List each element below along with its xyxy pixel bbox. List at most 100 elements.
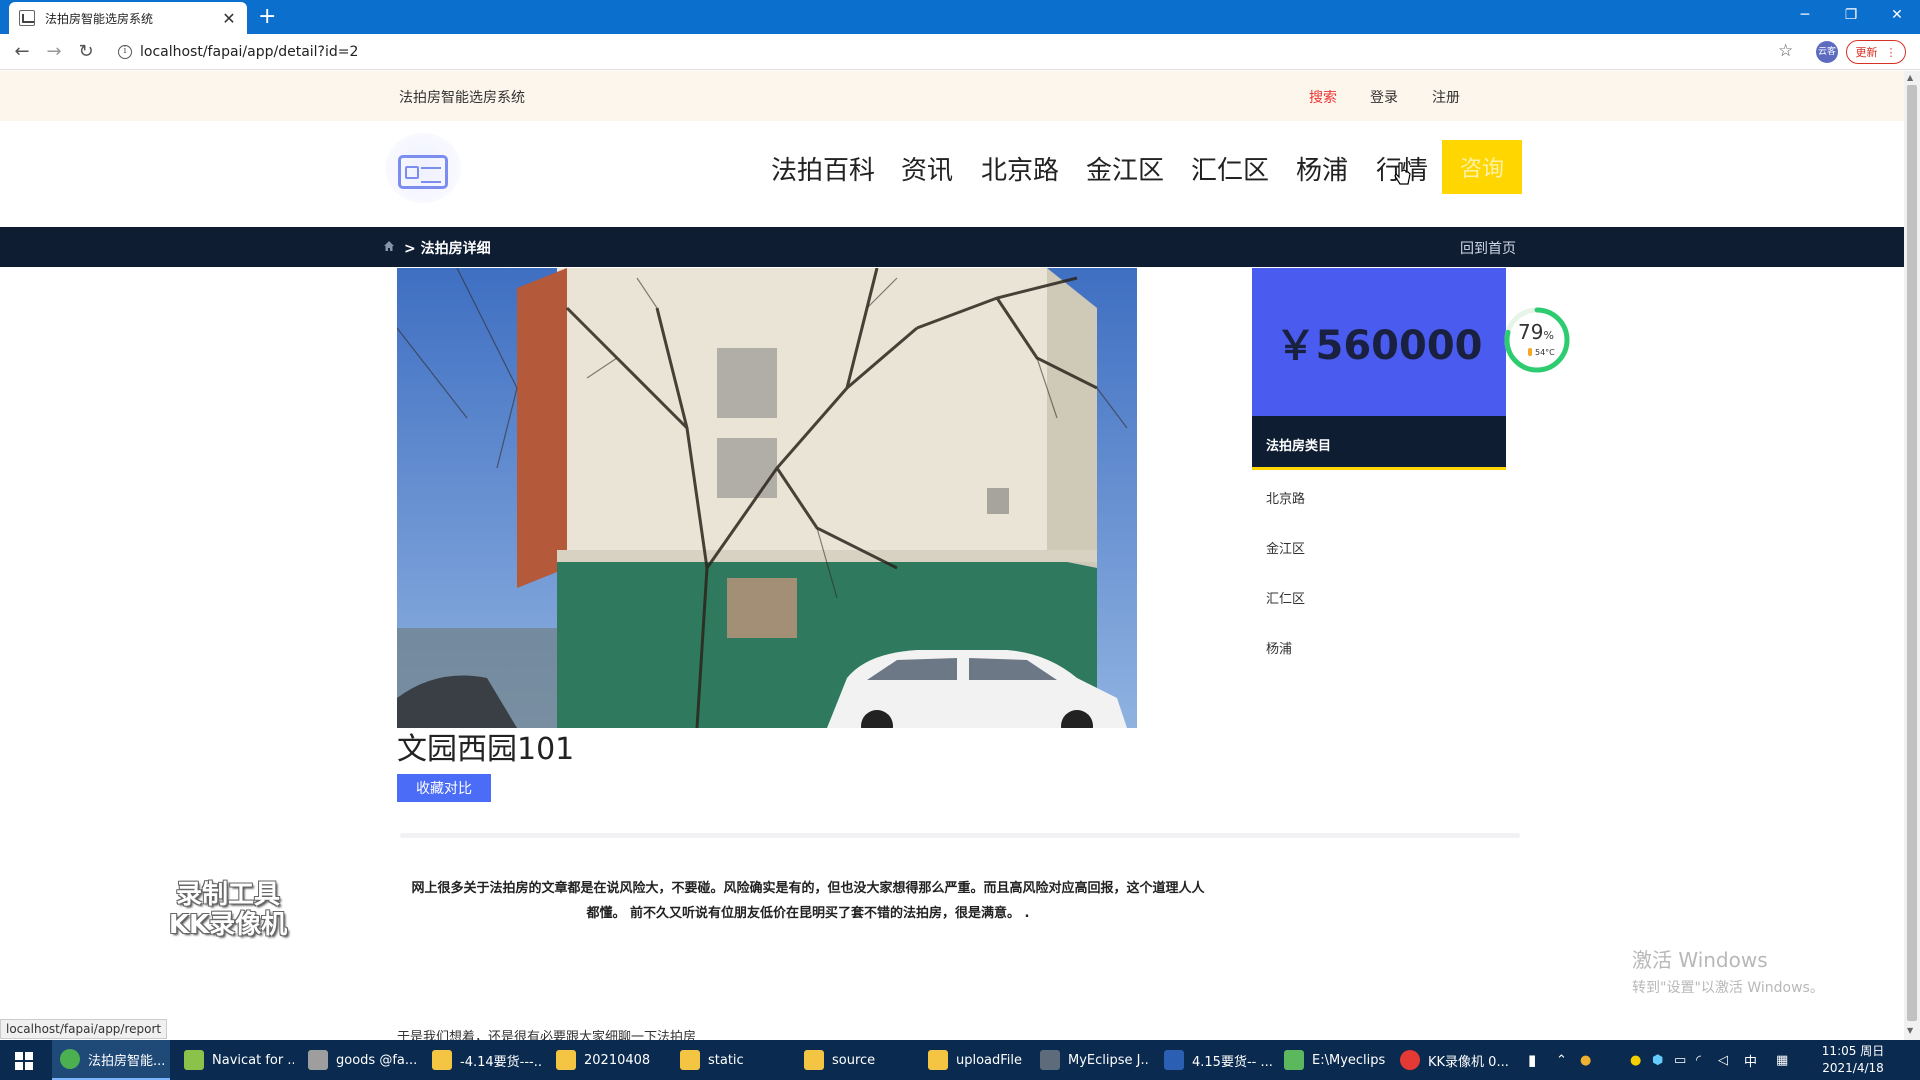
category-heading: 法拍房类目: [1252, 416, 1506, 470]
nav-item-yangpu[interactable]: 杨浦: [1296, 150, 1348, 187]
update-label: 更新: [1855, 46, 1878, 59]
restore-icon[interactable]: ❐: [1828, 0, 1874, 30]
kk-icon: [1400, 1050, 1420, 1070]
taskbar-item[interactable]: E:\Myeclips...: [1276, 1040, 1386, 1080]
taskbar-item[interactable]: 4.15要货-- ...: [1156, 1040, 1274, 1080]
taskbar-item[interactable]: goods @fa...: [300, 1040, 418, 1080]
reload-icon[interactable]: ↻: [74, 40, 98, 64]
building-photo-illustration: [397, 268, 1137, 728]
category-item-beijinglu[interactable]: 北京路: [1266, 488, 1305, 507]
site-favicon-icon: [19, 10, 35, 26]
nav-item-jinjiang[interactable]: 金江区: [1086, 150, 1164, 187]
gauge-temperature: 54°C: [1528, 348, 1555, 357]
navicat-icon: [184, 1050, 204, 1070]
browser-toolbar: ← → ↻ i localhost/fapai/app/detail?id=2: [0, 34, 1920, 70]
folder-icon: [556, 1050, 576, 1070]
site-header: 法拍百科 资讯 北京路 金江区 汇仁区 杨浦 行情 咨询: [0, 121, 1904, 227]
taskbar-item[interactable]: source: [796, 1040, 914, 1080]
taskbar-item-label: -4.14要货---...: [460, 1054, 542, 1070]
battery-icon[interactable]: ▮: [1528, 1040, 1536, 1080]
word-icon: [1164, 1050, 1184, 1070]
tab-title: 法拍房智能选房系统: [45, 11, 154, 26]
register-link[interactable]: 注册: [1432, 87, 1460, 107]
tray-security-icon[interactable]: ●: [1630, 1040, 1641, 1080]
category-item-yangpu[interactable]: 杨浦: [1266, 638, 1292, 657]
ime-indicator[interactable]: 中: [1744, 1040, 1757, 1080]
taskbar-item-label: 20210408: [584, 1052, 651, 1068]
windows-start-icon[interactable]: [0, 1040, 48, 1080]
nav-item-baike[interactable]: 法拍百科: [771, 150, 875, 187]
login-link[interactable]: 登录: [1370, 87, 1398, 107]
category-item-huiren[interactable]: 汇仁区: [1266, 588, 1305, 607]
volume-icon[interactable]: ◁: [1718, 1040, 1728, 1080]
mouse-cursor-icon: [1394, 162, 1411, 185]
scroll-thumb[interactable]: [1907, 85, 1917, 1021]
system-clock[interactable]: 11:05 周日 2021/4/18: [1818, 1043, 1888, 1077]
nav-item-news[interactable]: 资讯: [901, 150, 953, 187]
site-logo[interactable]: [385, 133, 461, 203]
eclipse-icon: [1040, 1050, 1060, 1070]
property-description: 网上很多关于法拍房的文章都是在说风险大，不要碰。风险确实是有的，但也没大家想得那…: [411, 881, 1205, 921]
minimize-icon[interactable]: ─: [1782, 0, 1828, 30]
bookmark-star-icon[interactable]: ☆: [1778, 41, 1793, 61]
taskbar-item[interactable]: 法拍房智能...: [52, 1040, 170, 1080]
url-text: localhost/fapai/app/detail?id=2: [140, 44, 359, 60]
tray-shield-icon[interactable]: ⬢: [1652, 1040, 1663, 1080]
id-card-icon: [398, 155, 448, 189]
favorite-compare-button[interactable]: 收藏对比: [397, 774, 491, 802]
site-info-icon[interactable]: i: [118, 45, 132, 59]
profile-avatar[interactable]: 云客: [1816, 41, 1838, 63]
search-link[interactable]: 搜索: [1309, 87, 1337, 107]
taskbar-item[interactable]: uploadFile: [920, 1040, 1028, 1080]
scroll-down-icon[interactable]: ▼: [1907, 1026, 1913, 1035]
category-item-jinjiang[interactable]: 金江区: [1266, 538, 1305, 557]
taskbar-item[interactable]: MyEclipse J...: [1032, 1040, 1150, 1080]
tray-app-icon[interactable]: ●: [1580, 1040, 1591, 1080]
activation-hint: 转到"设置"以激活 Windows。: [1632, 980, 1824, 996]
taskbar-item-label: uploadFile: [956, 1052, 1023, 1068]
price-panel: ￥560000: [1252, 268, 1506, 416]
update-button[interactable]: 更新 ⋮: [1846, 40, 1906, 64]
browser-tab-bar: 法拍房智能选房系统 ✕ + ─ ❐ ✕: [0, 0, 1920, 34]
gauge-percent-value: 79: [1518, 320, 1544, 344]
window-close-icon[interactable]: ✕: [1874, 0, 1920, 30]
nav-item-huiren[interactable]: 汇仁区: [1191, 150, 1269, 187]
taskbar-item-label: E:\Myeclips...: [1312, 1052, 1386, 1068]
notepad-icon: [1284, 1050, 1304, 1070]
keyboard-icon[interactable]: ▦: [1776, 1040, 1788, 1080]
back-home-link[interactable]: 回到首页: [1460, 238, 1516, 258]
watermark-line2: KK录像机: [168, 910, 288, 940]
new-tab-button[interactable]: +: [258, 4, 276, 30]
address-bar[interactable]: i localhost/fapai/app/detail?id=2: [110, 38, 1790, 66]
scroll-up-icon[interactable]: ▲: [1907, 73, 1913, 82]
taskbar-item[interactable]: -4.14要货---...: [424, 1040, 542, 1080]
taskbar-item[interactable]: static: [672, 1040, 790, 1080]
page-scrollbar[interactable]: ▲ ▼: [1904, 71, 1920, 1040]
folder-icon: [432, 1050, 452, 1070]
property-photo: [397, 268, 1137, 728]
nav-item-consult[interactable]: 咨询: [1442, 140, 1522, 194]
breadcrumb: > 法拍房详细 回到首页: [0, 227, 1904, 267]
link-status-bar: localhost/fapai/app/report: [0, 1019, 168, 1039]
forward-icon[interactable]: →: [42, 40, 66, 64]
folder-icon: [680, 1050, 700, 1070]
home-icon[interactable]: [383, 240, 395, 252]
back-icon[interactable]: ←: [10, 40, 34, 64]
watermark-line1: 录制工具: [175, 880, 280, 910]
breadcrumb-current: > 法拍房详细: [404, 241, 491, 257]
taskbar-item[interactable]: KK录像机 0...: [1392, 1040, 1512, 1080]
gauge-percent: 79%: [1518, 320, 1554, 344]
site-top-bar: 法拍房智能选房系统 搜索 登录 注册: [0, 71, 1904, 121]
network-icon[interactable]: ▭: [1674, 1040, 1686, 1080]
wifi-icon[interactable]: ◜: [1696, 1040, 1701, 1080]
taskbar-item-label: KK录像机 0...: [1428, 1054, 1509, 1070]
database-icon: [308, 1050, 328, 1070]
taskbar-item[interactable]: Navicat for ...: [176, 1040, 294, 1080]
browser-tab[interactable]: 法拍房智能选房系统 ✕: [9, 2, 247, 34]
taskbar-item-label: static: [708, 1052, 744, 1068]
nav-item-beijinglu[interactable]: 北京路: [981, 150, 1059, 187]
price-value: ￥560000: [1275, 323, 1483, 369]
taskbar-item[interactable]: 20210408: [548, 1040, 666, 1080]
close-tab-icon[interactable]: ✕: [221, 9, 237, 28]
tray-expand-icon[interactable]: ⌃: [1556, 1040, 1567, 1080]
